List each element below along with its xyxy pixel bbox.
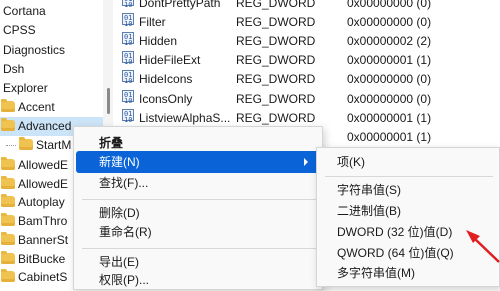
folder-icon <box>1 99 15 112</box>
tree-item-label: Accent <box>18 100 55 114</box>
menu-item-rename-label: 重命名(R) <box>99 225 152 239</box>
tree-item-label: Explorer <box>3 81 48 95</box>
tree-item-label: Advanced <box>18 119 72 133</box>
tree-item-label: BamThro <box>18 214 68 228</box>
submenu-item-multi-string-label: 多字符串值(M) <box>337 266 415 280</box>
tree-item[interactable]: Accent <box>0 98 103 117</box>
submenu-item-multi-string-value[interactable]: 多字符串值(M) <box>319 262 497 284</box>
tree-item-label: Dsh <box>3 62 25 76</box>
submenu-item-string-label: 字符串值(S) <box>337 183 401 197</box>
value-data: 0x00000002 (2) <box>347 34 432 48</box>
value-type: REG_DWORD <box>236 92 316 106</box>
value-type: REG_DWORD <box>236 0 316 10</box>
folder-icon <box>1 194 15 207</box>
value-name: HideFileExt <box>139 53 201 67</box>
value-name: Filter <box>139 15 166 29</box>
menu-item-new-label: 新建(N) <box>99 155 140 169</box>
tree-item-label: Cortana <box>3 4 46 18</box>
tree-item-label: CPSS <box>3 23 36 37</box>
menu-item-find-label: 查找(F)... <box>99 176 149 190</box>
value-row[interactable]: Filter REG_DWORD 0x00000000 (0) <box>113 9 500 34</box>
value-data: 0x00000000 (0) <box>347 0 432 10</box>
value-type: REG_DWORD <box>236 53 316 67</box>
tree-item[interactable]: Cortana <box>0 2 103 21</box>
folder-icon <box>1 232 15 245</box>
folder-icon <box>1 157 15 170</box>
new-submenu: 项(K) 字符串值(S) 二进制值(B) DWORD (32 位)值(D) QW… <box>316 147 500 287</box>
tree-item-label: BitBucke <box>18 252 66 266</box>
value-row[interactable]: DontPrettyPath REG_DWORD 0x00000000 (0) <box>113 0 500 15</box>
menu-item-rename[interactable]: 重命名(R) <box>76 221 320 243</box>
submenu-item-qword-value[interactable]: QWORD (64 位)值(Q) <box>319 242 497 264</box>
value-data: 0x00000000 (0) <box>347 72 432 86</box>
folder-icon <box>19 137 33 150</box>
context-menu: 折叠 新建(N) 查找(F)... 删除(D) 重命名(R) 导出(E) 权限(… <box>73 126 323 290</box>
value-row[interactable]: Hidden REG_DWORD 0x00000002 (2) <box>113 28 500 53</box>
value-type: REG_DWORD <box>236 34 316 48</box>
value-type: REG_DWORD <box>236 15 316 29</box>
value-row[interactable]: HideFileExt REG_DWORD 0x00000001 (1) <box>113 47 500 72</box>
tree-connector <box>6 145 16 146</box>
folder-icon <box>1 213 15 226</box>
submenu-item-binary-label: 二进制值(B) <box>337 204 401 218</box>
menu-item-find[interactable]: 查找(F)... <box>76 172 320 194</box>
tree-item[interactable]: Explorer <box>0 79 103 98</box>
menu-item-permissions-label: 权限(P)... <box>99 273 149 287</box>
tree-item[interactable]: Dsh <box>0 60 103 79</box>
submenu-item-dword-value[interactable]: DWORD (32 位)值(D) <box>319 221 497 243</box>
value-name: DontPrettyPath <box>139 0 221 10</box>
value-type: REG_DWORD <box>236 72 316 86</box>
tree-item-label: CabinetS <box>18 270 68 284</box>
submenu-item-string-value[interactable]: 字符串值(S) <box>319 179 497 201</box>
tree-item[interactable]: Diagnostics <box>0 41 103 60</box>
value-data: 0x00000001 (1) <box>347 53 432 67</box>
value-row[interactable]: IconsOnly REG_DWORD 0x00000000 (0) <box>113 86 500 111</box>
tree-item[interactable]: CPSS <box>0 21 103 40</box>
reg-dword-icon <box>122 86 134 111</box>
submenu-item-binary-value[interactable]: 二进制值(B) <box>319 200 497 222</box>
folder-icon <box>1 118 15 131</box>
tree-item-label: AllowedE <box>18 177 69 191</box>
scrollbar-thumb[interactable] <box>107 88 110 114</box>
tree-item-label: Autoplay <box>18 195 65 209</box>
reg-dword-icon <box>122 0 134 15</box>
value-row[interactable]: HideIcons REG_DWORD 0x00000000 (0) <box>113 66 500 91</box>
folder-icon <box>1 251 15 264</box>
submenu-item-dword-label: DWORD (32 位)值(D) <box>337 225 453 239</box>
menu-separator <box>82 199 316 200</box>
reg-dword-icon <box>122 105 134 130</box>
menu-item-new[interactable]: 新建(N) <box>76 151 320 173</box>
value-data: 0x00000000 (0) <box>347 92 432 106</box>
menu-separator <box>325 176 493 177</box>
value-data: 0x00000000 (0) <box>347 15 432 29</box>
tree-item-label: StartM <box>36 138 72 152</box>
tree-item-label: Diagnostics <box>3 43 66 57</box>
menu-item-permissions[interactable]: 权限(P)... <box>76 269 320 291</box>
submenu-item-key[interactable]: 项(K) <box>319 151 497 173</box>
reg-dword-icon <box>122 28 134 53</box>
reg-dword-icon <box>122 47 134 72</box>
tree-item-label: AllowedE <box>18 158 69 172</box>
value-name: HideIcons <box>139 72 193 86</box>
value-data: 0x00000001 (1) <box>347 130 432 144</box>
reg-dword-icon <box>122 9 134 34</box>
menu-separator <box>82 248 316 249</box>
reg-dword-icon <box>122 66 134 91</box>
folder-icon <box>1 269 15 282</box>
tree-item-label: BannerSt <box>18 233 69 247</box>
value-name: IconsOnly <box>139 92 193 106</box>
submenu-item-key-label: 项(K) <box>337 155 365 169</box>
value-name: Hidden <box>139 34 178 48</box>
submenu-arrow-icon <box>304 158 308 166</box>
submenu-item-qword-label: QWORD (64 位)值(Q) <box>337 246 454 260</box>
folder-icon <box>1 176 15 189</box>
value-data: 0x00000001 (1) <box>347 111 432 125</box>
